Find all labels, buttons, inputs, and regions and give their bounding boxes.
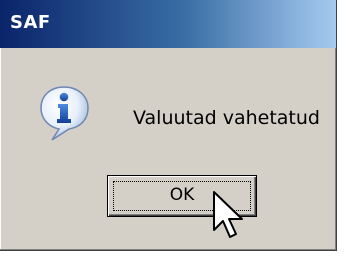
information-icon [40, 86, 89, 141]
dialog-message: Valuutad vahetatud [133, 107, 320, 129]
mouse-pointer-icon [213, 191, 243, 238]
window-title: SAF [10, 12, 51, 33]
message-dialog: SAF Valuutad vahetatud OK [0, 0, 337, 251]
title-bar[interactable]: SAF [0, 0, 336, 48]
